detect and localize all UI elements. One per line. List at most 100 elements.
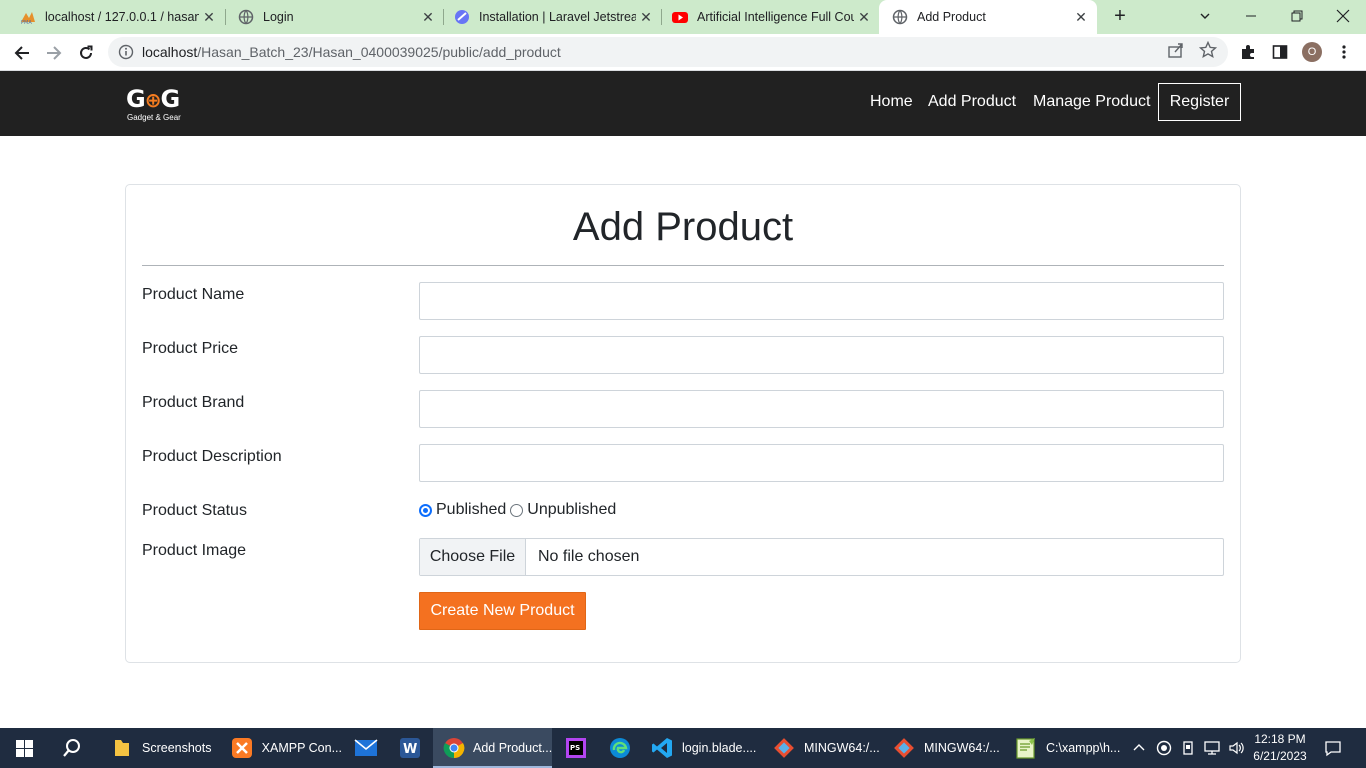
- extensions-puzzle-icon[interactable]: [1238, 42, 1258, 62]
- nav-manage-product-link[interactable]: Manage Product: [1033, 93, 1150, 111]
- create-product-button[interactable]: Create New Product: [419, 592, 586, 630]
- taskbar-item-notepadpp[interactable]: C:\xampp\h...: [1006, 728, 1124, 768]
- browser-tab-login[interactable]: Login ✕: [218, 0, 444, 34]
- url-text: localhost/Hasan_Batch_23/Hasan_040003902…: [142, 44, 561, 60]
- browser-tab-jetstream[interactable]: Installation | Laravel Jetstream ✕: [434, 0, 662, 34]
- taskbar-label: Screenshots: [142, 741, 212, 755]
- reload-icon[interactable]: [73, 40, 99, 66]
- clock-time: 12:18 PM: [1254, 732, 1306, 746]
- globe-icon: [892, 9, 908, 25]
- xampp-icon: [230, 736, 254, 760]
- site-info-icon[interactable]: [118, 44, 134, 60]
- choose-file-button[interactable]: Choose File: [420, 539, 526, 575]
- forward-arrow-icon[interactable]: [41, 40, 67, 66]
- folder-icon: [110, 736, 134, 760]
- product-price-input[interactable]: [419, 336, 1224, 374]
- tab-title: Login: [263, 10, 294, 24]
- taskbar-item-edge[interactable]: [598, 728, 642, 768]
- product-name-label: Product Name: [142, 286, 245, 303]
- windows-taskbar: Screenshots XAMPP Con... W Add Product..…: [0, 728, 1366, 768]
- notifications-icon[interactable]: [1324, 728, 1342, 768]
- brand-logo[interactable]: G⊕G Gadget & Gear: [126, 85, 186, 123]
- product-status-label: Product Status: [142, 502, 247, 519]
- product-name-input[interactable]: [419, 282, 1224, 320]
- tab-title: Installation | Laravel Jetstream: [479, 10, 636, 24]
- svg-text:W: W: [403, 742, 417, 757]
- add-product-card: Add Product Product Name Product Price P…: [125, 184, 1241, 663]
- back-arrow-icon[interactable]: [9, 40, 35, 66]
- taskbar-item-xampp[interactable]: XAMPP Con...: [224, 728, 342, 768]
- taskbar-item-chrome-add-product[interactable]: Add Product...: [433, 728, 552, 768]
- browser-tab-youtube[interactable]: Artificial Intelligence Full Cou ✕: [652, 0, 880, 34]
- tab-title: Artificial Intelligence Full Cou: [697, 10, 854, 24]
- profile-avatar[interactable]: O: [1302, 42, 1322, 62]
- url-path: /Hasan_Batch_23/Hasan_0400039025/public/…: [197, 44, 561, 60]
- phpstorm-icon: PS: [564, 736, 588, 760]
- nav-add-product-link[interactable]: Add Product: [928, 93, 1016, 111]
- record-icon[interactable]: [1156, 728, 1172, 768]
- taskbar-item-screenshots[interactable]: Screenshots: [104, 728, 222, 768]
- taskbar-item-mingw64-2[interactable]: MINGW64:/...: [884, 728, 1002, 768]
- tab-title: localhost / 127.0.0.1 / hasan_: [45, 10, 199, 24]
- minimize-window-icon[interactable]: [1228, 0, 1274, 32]
- product-brand-input[interactable]: [419, 390, 1224, 428]
- tray-overflow-chevron-icon[interactable]: [1132, 728, 1146, 768]
- taskbar-item-phpstorm[interactable]: PS: [554, 728, 598, 768]
- status-published-radio[interactable]: [419, 503, 432, 517]
- status-published-label[interactable]: Published: [436, 501, 506, 519]
- restore-window-icon[interactable]: [1274, 0, 1320, 32]
- product-description-label: Product Description: [142, 448, 282, 465]
- search-icon[interactable]: [48, 728, 96, 768]
- close-tab-icon[interactable]: ✕: [199, 9, 219, 26]
- nav-register-button[interactable]: Register: [1158, 83, 1241, 121]
- status-unpublished-label[interactable]: Unpublished: [527, 501, 616, 519]
- start-windows-icon[interactable]: [0, 728, 48, 768]
- bookmark-star-icon[interactable]: [1198, 40, 1218, 59]
- address-bar[interactable]: localhost/Hasan_Batch_23/Hasan_040003902…: [108, 37, 1228, 67]
- product-status-radio-group: Published Unpublished: [419, 501, 620, 519]
- browser-menu-icon[interactable]: [1334, 42, 1354, 62]
- mail-icon: [354, 736, 378, 760]
- share-icon[interactable]: [1167, 41, 1185, 59]
- browser-tab-phpmyadmin[interactable]: PMA localhost / 127.0.0.1 / hasan_ ✕: [0, 0, 225, 34]
- product-image-label: Product Image: [142, 542, 247, 559]
- network-icon[interactable]: [1203, 728, 1221, 768]
- git-icon: [772, 736, 796, 760]
- usb-device-icon[interactable]: [1180, 728, 1196, 768]
- taskbar-item-mingw64-1[interactable]: MINGW64:/...: [764, 728, 882, 768]
- notepadpp-icon: [1014, 736, 1038, 760]
- svg-text:PS: PS: [570, 744, 580, 752]
- taskbar-item-vscode[interactable]: login.blade....: [644, 728, 762, 768]
- browser-tab-add-product[interactable]: Add Product ✕: [879, 0, 1097, 34]
- product-description-input[interactable]: [419, 444, 1224, 482]
- url-host: localhost: [142, 44, 198, 60]
- edge-icon: [608, 736, 632, 760]
- close-window-icon[interactable]: [1320, 0, 1366, 32]
- phpmyadmin-icon: PMA: [20, 9, 36, 25]
- taskbar-item-word[interactable]: W: [388, 728, 432, 768]
- file-status-text: No file chosen: [538, 548, 640, 565]
- product-image-file-input[interactable]: Choose File No file chosen: [419, 538, 1224, 576]
- vscode-icon: [650, 736, 674, 760]
- profile-initial: O: [1302, 42, 1322, 62]
- jetstream-icon: [454, 9, 470, 25]
- taskbar-item-mail[interactable]: [344, 728, 388, 768]
- close-tab-icon[interactable]: ✕: [1071, 9, 1091, 26]
- new-tab-button[interactable]: +: [1108, 5, 1132, 29]
- taskbar-label: login.blade....: [682, 741, 757, 755]
- taskbar-label: Add Product...: [473, 741, 553, 755]
- browser-tab-strip: PMA localhost / 127.0.0.1 / hasan_ ✕ Log…: [0, 0, 1366, 34]
- taskbar-label: MINGW64:/...: [924, 741, 1000, 755]
- taskbar-label: MINGW64:/...: [804, 741, 880, 755]
- brand-tagline: Gadget & Gear: [127, 113, 181, 122]
- clock-date: 6/21/2023: [1253, 749, 1307, 763]
- side-panel-icon[interactable]: [1270, 42, 1290, 62]
- globe-icon: [238, 9, 254, 25]
- status-unpublished-radio[interactable]: [510, 503, 524, 517]
- tab-search-chevron-icon[interactable]: [1182, 0, 1228, 32]
- nav-home-link[interactable]: Home: [870, 93, 913, 111]
- close-tab-icon[interactable]: ✕: [854, 9, 874, 26]
- chrome-icon: [443, 736, 465, 760]
- volume-icon[interactable]: [1228, 728, 1246, 768]
- taskbar-clock[interactable]: 12:18 PM 6/21/2023: [1250, 731, 1310, 765]
